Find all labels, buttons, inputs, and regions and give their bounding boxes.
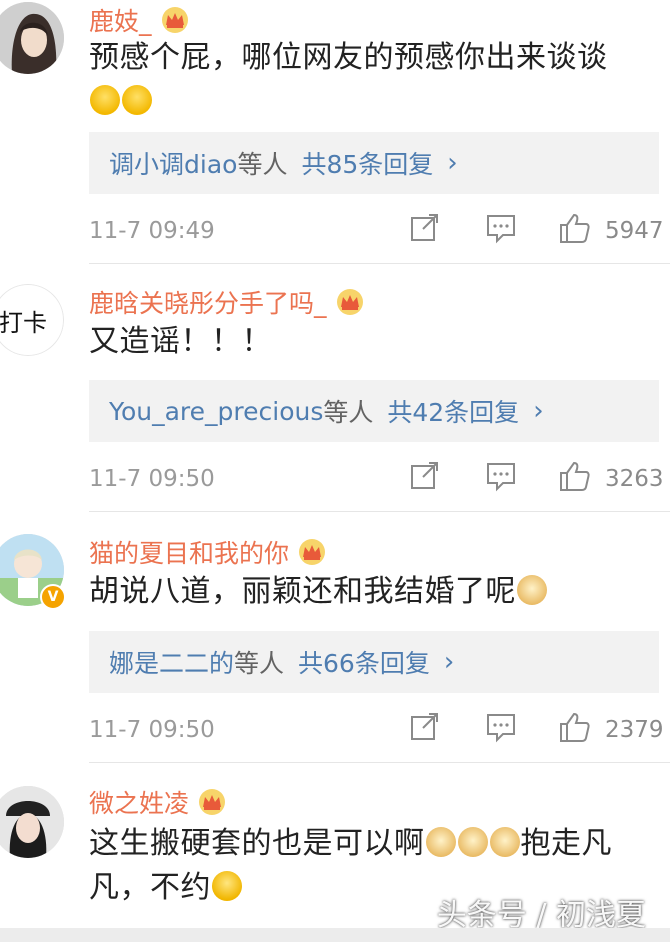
avatar-photo: [0, 786, 64, 858]
username-text[interactable]: 鹿妓_: [89, 2, 152, 38]
comment-text-body: 这生搬硬套的也是可以啊: [89, 826, 425, 861]
reply-suffix: 等人: [323, 398, 374, 427]
comment-text-body: 又造谣！！！: [89, 324, 272, 359]
comment-footer: 11-7 09:50 2379: [89, 711, 664, 751]
username[interactable]: 鹿晗关晓彤分手了吗_: [89, 284, 365, 320]
comment-text-body: 抱走凡: [520, 826, 612, 861]
chevron-right-icon: ›: [447, 148, 458, 178]
doge-emoji: [457, 827, 488, 857]
divider: [89, 511, 670, 512]
comment-icon[interactable]: [485, 711, 517, 743]
repost-icon[interactable]: [409, 212, 441, 244]
reply-total[interactable]: 共85条回复: [301, 145, 433, 181]
thinking-emoji: [212, 871, 242, 901]
chevron-right-icon: ›: [443, 647, 455, 677]
repost-icon[interactable]: [409, 460, 441, 492]
comment-icon[interactable]: [485, 212, 517, 244]
reply-users[interactable]: 娜是二二的: [109, 644, 234, 680]
doge-emoji: [517, 575, 547, 605]
timestamp: 11-7 09:50: [89, 466, 215, 492]
reply-summary[interactable]: 娜是二二的 等人 共66条回复 ›: [89, 631, 659, 693]
avatar-photo: [0, 2, 64, 74]
chevron-right-icon: ›: [533, 396, 544, 426]
thumbs-up-icon[interactable]: [559, 711, 591, 743]
timestamp: 11-7 09:50: [89, 717, 215, 743]
like-count: 5947: [605, 218, 664, 244]
doge-emoji: [425, 827, 456, 857]
crown-icon: [197, 788, 227, 816]
comment-icon[interactable]: [485, 460, 517, 492]
reply-suffix: 等人: [237, 150, 288, 179]
laugh-cry-emoji: [90, 85, 120, 115]
like-count: 3263: [605, 466, 664, 492]
username[interactable]: 猫的夏目和我的你: [89, 534, 327, 570]
reply-users[interactable]: You_are_precious: [109, 397, 323, 426]
comment-text: 预感个屁，哪位网友的预感你出来谈谈: [89, 36, 649, 124]
divider: [89, 263, 670, 264]
avatar-text: 打卡: [0, 284, 64, 356]
avatar[interactable]: 打卡: [0, 284, 64, 356]
doge-emoji: [489, 827, 520, 857]
crown-icon: [160, 6, 190, 34]
like-count: 2379: [605, 717, 664, 743]
reply-total[interactable]: 共66条回复: [298, 644, 430, 680]
username[interactable]: 鹿妓_: [89, 2, 190, 38]
crown-icon: [297, 538, 327, 566]
comment-text-body: 凡，不约: [89, 870, 211, 905]
comment-text: 又造谣！！！: [89, 320, 649, 364]
username-text[interactable]: 微之姓凌: [89, 784, 189, 820]
avatar[interactable]: [0, 786, 64, 858]
bottom-bar: [0, 928, 670, 942]
comment-footer: 11-7 09:49 5947: [89, 212, 664, 252]
laugh-cry-emoji: [122, 85, 152, 115]
reply-summary[interactable]: 调小调diao 等人 共85条回复 ›: [89, 132, 659, 194]
username-text[interactable]: 猫的夏目和我的你: [89, 534, 289, 570]
crown-icon: [335, 288, 365, 316]
reply-suffix: 等人: [234, 649, 285, 678]
reply-summary[interactable]: You_are_precious 等人 共42条回复 ›: [89, 380, 659, 442]
avatar[interactable]: [0, 2, 64, 74]
comment-text: 胡说八道，丽颖还和我结婚了呢: [89, 570, 649, 614]
divider: [89, 762, 670, 763]
repost-icon[interactable]: [409, 711, 441, 743]
thumbs-up-icon[interactable]: [559, 212, 591, 244]
username[interactable]: 微之姓凌: [89, 784, 227, 820]
reply-total[interactable]: 共42条回复: [387, 393, 519, 429]
username-text[interactable]: 鹿晗关晓彤分手了吗_: [89, 284, 327, 320]
verified-v-badge: V: [40, 584, 66, 610]
comment-text-body: 预感个屁，哪位网友的预感你出来谈谈: [89, 40, 608, 75]
thumbs-up-icon[interactable]: [559, 460, 591, 492]
comment-footer: 11-7 09:50 3263: [89, 460, 664, 500]
reply-users[interactable]: 调小调diao: [109, 145, 237, 181]
timestamp: 11-7 09:49: [89, 218, 215, 244]
comment-text-body: 胡说八道，丽颖还和我结婚了呢: [89, 574, 516, 609]
